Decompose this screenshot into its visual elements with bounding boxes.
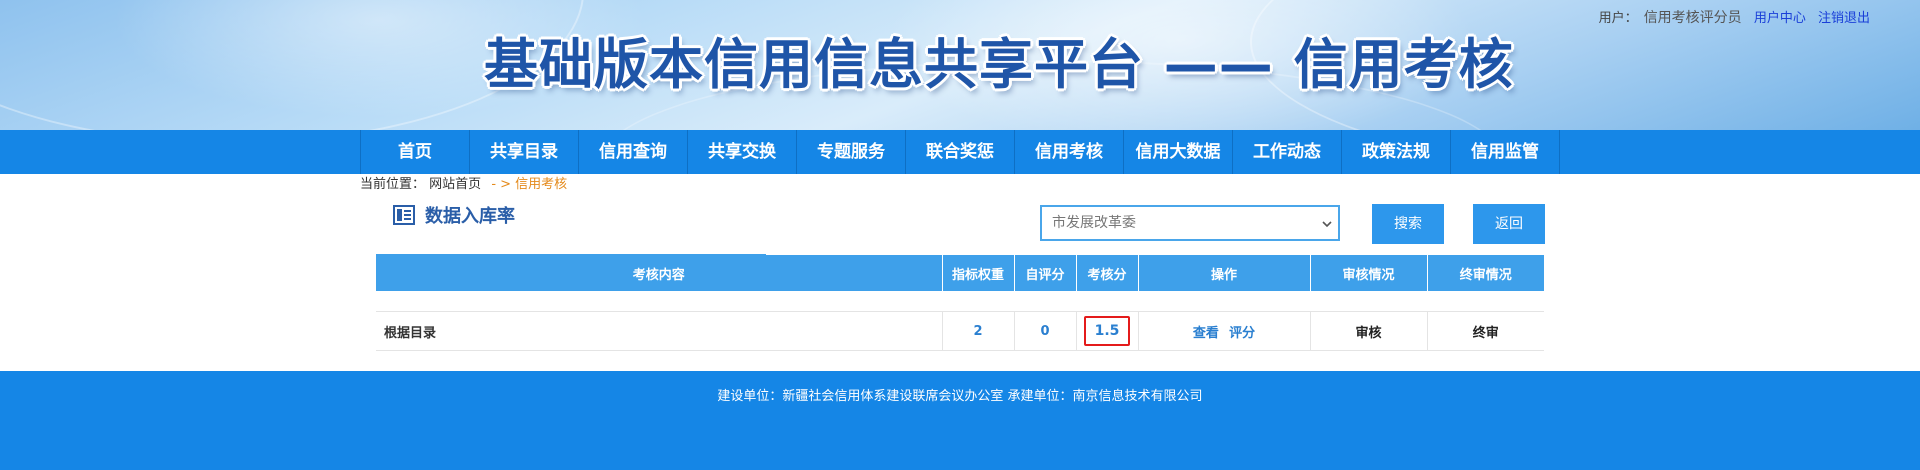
column-header-weight: 指标权重 xyxy=(941,255,1014,291)
nav-items: 首页 共享目录 信用查询 共享交换 专题服务 联合奖惩 信用考核 信用大数据 工… xyxy=(360,130,1560,174)
breadcrumb-home-link[interactable]: 网站首页 xyxy=(429,177,481,192)
breadcrumb: 当前位置： 网站首页 - > 信用考核 xyxy=(360,175,567,195)
main-nav: 首页 共享目录 信用查询 共享交换 专题服务 联合奖惩 信用考核 信用大数据 工… xyxy=(0,130,1920,174)
footer: 建设单位：新疆社会信用体系建设联席会议办公室 承建单位：南京信息技术有限公司 xyxy=(0,371,1920,470)
section-title: 数据入库率 xyxy=(425,206,515,227)
department-select-value: 市发展改革委 xyxy=(1052,215,1136,231)
nav-item-joint-reward[interactable]: 联合奖惩 xyxy=(906,130,1015,174)
cell-self-score: 0 xyxy=(1013,311,1076,351)
column-header-content: 考核内容 xyxy=(376,255,942,291)
nav-item-work-news[interactable]: 工作动态 xyxy=(1233,130,1342,174)
header-banner: 基础版本信用信息共享平台 —— 信用考核 用户： 信用考核评分员 用户中心 注销退… xyxy=(0,0,1920,130)
review-status: 审核 xyxy=(1355,325,1382,341)
logout-link[interactable]: 注销退出 xyxy=(1818,11,1870,26)
table-row: 根据目录 2 0 1.5 查看 评分 审核 终审 xyxy=(376,311,1544,351)
footer-text: 建设单位：新疆社会信用体系建设联席会议办公室 承建单位：南京信息技术有限公司 xyxy=(717,389,1203,404)
document-list-icon xyxy=(393,205,415,225)
cell-final-review: 终审 xyxy=(1426,311,1544,351)
column-header-review: 审核情况 xyxy=(1309,255,1427,291)
nav-item-share-exchange[interactable]: 共享交换 xyxy=(688,130,797,174)
score-link[interactable]: 评分 xyxy=(1229,326,1255,341)
table-spacer xyxy=(376,291,1544,312)
breadcrumb-label: 当前位置： xyxy=(360,177,426,192)
nav-item-topic-service[interactable]: 专题服务 xyxy=(797,130,906,174)
user-label: 用户： xyxy=(1598,11,1638,26)
assess-score-value[interactable]: 1.5 xyxy=(1084,316,1130,346)
chevron-down-icon xyxy=(1322,221,1332,228)
search-button[interactable]: 搜索 xyxy=(1372,204,1444,244)
user-bar: 用户： 信用考核评分员 用户中心 注销退出 xyxy=(1599,8,1870,28)
nav-item-credit-assessment[interactable]: 信用考核 xyxy=(1015,130,1124,174)
nav-item-credit-query[interactable]: 信用查询 xyxy=(579,130,688,174)
section-header: 数据入库率 xyxy=(393,202,515,228)
cell-content: 根据目录 xyxy=(376,311,942,351)
back-button[interactable]: 返回 xyxy=(1473,204,1545,244)
column-header-self-score: 自评分 xyxy=(1013,255,1076,291)
site-title: 基础版本信用信息共享平台 —— 信用考核 xyxy=(484,33,1514,96)
cell-operation: 查看 评分 xyxy=(1137,311,1310,351)
self-score-value: 0 xyxy=(1040,323,1050,339)
cell-weight: 2 xyxy=(941,311,1014,351)
user-center-link[interactable]: 用户中心 xyxy=(1754,11,1806,26)
view-link[interactable]: 查看 xyxy=(1193,326,1219,341)
breadcrumb-current: 信用考核 xyxy=(515,177,568,192)
cell-assess-score: 1.5 xyxy=(1075,311,1138,351)
assessment-table: 考核内容 指标权重 自评分 考核分 操作 审核情况 终审情况 根据目录 2 0 … xyxy=(376,255,1544,351)
nav-item-home[interactable]: 首页 xyxy=(361,130,470,174)
nav-item-credit-supervision[interactable]: 信用监管 xyxy=(1451,130,1560,174)
nav-item-share-catalog[interactable]: 共享目录 xyxy=(470,130,579,174)
department-select[interactable]: 市发展改革委 xyxy=(1040,205,1340,241)
breadcrumb-separator: - > xyxy=(491,177,512,192)
column-header-assess-score: 考核分 xyxy=(1075,255,1138,291)
nav-item-credit-bigdata[interactable]: 信用大数据 xyxy=(1124,130,1233,174)
column-header-operation: 操作 xyxy=(1137,255,1310,291)
weight-value: 2 xyxy=(973,323,983,339)
nav-item-policy[interactable]: 政策法规 xyxy=(1342,130,1451,174)
final-review-status: 终审 xyxy=(1472,325,1499,341)
user-name: 信用考核评分员 xyxy=(1643,10,1742,26)
table-header-row: 考核内容 指标权重 自评分 考核分 操作 审核情况 终审情况 xyxy=(376,255,1544,291)
column-header-final-review: 终审情况 xyxy=(1426,255,1544,291)
cell-review: 审核 xyxy=(1309,311,1427,351)
